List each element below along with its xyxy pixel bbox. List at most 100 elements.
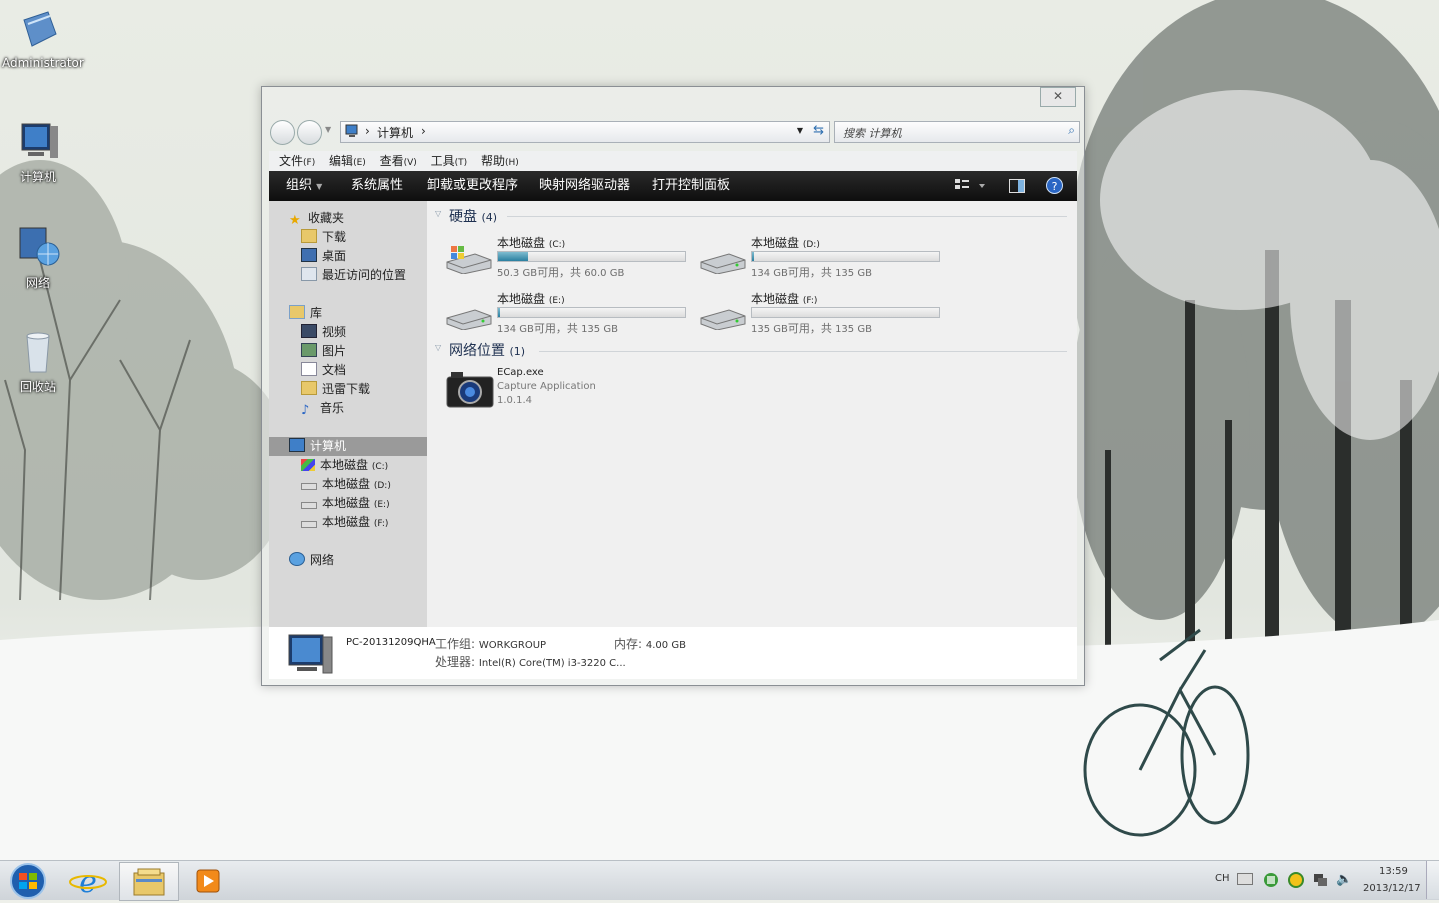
- sidebar-item-videos[interactable]: 视频: [301, 323, 346, 342]
- pc-name: PC-20131209QHA: [346, 637, 436, 648]
- desktop-icon-network[interactable]: 网络: [2, 224, 74, 291]
- group-divider: [507, 216, 1067, 217]
- address-dropdown-icon[interactable]: ▼: [797, 126, 803, 135]
- sidebar-item-drive-d[interactable]: 本地磁盘 (D:): [301, 475, 391, 494]
- sidebar-item-downloads[interactable]: 下载: [301, 228, 346, 247]
- sidebar-item-pictures[interactable]: 图片: [301, 342, 346, 361]
- menu-tools[interactable]: 工具(T): [431, 151, 468, 173]
- breadcrumb-computer[interactable]: 计算机: [377, 124, 413, 141]
- drive-d[interactable]: 本地磁盘 (D:) 134 GB可用，共 135 GB: [699, 234, 949, 280]
- drive-usage-bar: [751, 307, 940, 318]
- sidebar-item-music[interactable]: ♪ 音乐: [301, 399, 344, 418]
- menu-edit[interactable]: 编辑(E): [329, 151, 366, 173]
- desktop-icon-label: 网络: [25, 276, 50, 290]
- video-icon: [301, 324, 317, 338]
- search-box[interactable]: 搜索 计算机 ⌕: [834, 121, 1080, 143]
- network-status-icon[interactable]: [1312, 872, 1328, 891]
- recent-pages-icon[interactable]: ▼: [325, 125, 331, 134]
- group-header-hard-drives[interactable]: 硬盘 (4): [449, 206, 497, 226]
- xunlei-folder-icon: [301, 381, 317, 395]
- sidebar-item-documents[interactable]: 文档: [301, 361, 346, 380]
- music-icon: ♪: [301, 403, 310, 418]
- camera-icon: [445, 369, 495, 412]
- sidebar-item-favorites[interactable]: ★ 收藏夹: [289, 209, 344, 228]
- drive-size-text: 135 GB可用，共 135 GB: [751, 322, 872, 335]
- drive-f[interactable]: 本地磁盘 (F:) 135 GB可用，共 135 GB: [699, 290, 949, 336]
- address-bar[interactable]: › 计算机 › ▼ ⇆: [340, 121, 830, 143]
- hard-drive-icon: [301, 521, 317, 528]
- desktop-icon-computer[interactable]: 计算机: [2, 118, 74, 185]
- uninstall-program-button[interactable]: 卸载或更改程序: [427, 171, 518, 201]
- sidebar-item-recent-places[interactable]: 最近访问的位置: [301, 266, 406, 285]
- sidebar-item-computer[interactable]: 计算机: [289, 437, 346, 456]
- network-item-ecap[interactable]: ECap.exe Capture Application 1.0.1.4: [445, 367, 645, 411]
- sidebar-item-drive-e[interactable]: 本地磁盘 (E:): [301, 494, 390, 513]
- sidebar-item-network[interactable]: 网络: [289, 551, 334, 570]
- sidebar-item-desktop[interactable]: 桌面: [301, 247, 346, 266]
- clock-time[interactable]: 13:59: [1379, 866, 1408, 877]
- navigation-bar: ▼ › 计算机 › ▼ ⇆ 搜索 计算机 ⌕: [270, 119, 1080, 145]
- keyboard-icon[interactable]: [1237, 873, 1253, 888]
- search-input[interactable]: 搜索 计算机: [843, 125, 902, 141]
- collapse-network-icon[interactable]: ▽: [435, 343, 441, 352]
- drive-name: 本地磁盘 (F:): [751, 292, 818, 306]
- drive-e[interactable]: 本地磁盘 (E:) 134 GB可用，共 135 GB: [445, 290, 695, 336]
- volume-icon[interactable]: 🔈: [1336, 872, 1352, 887]
- sidebar-item-libraries[interactable]: 库: [289, 304, 322, 323]
- breadcrumb-separator[interactable]: ›: [421, 124, 426, 138]
- memory-row: 内存: 4.00 GB: [614, 637, 686, 651]
- desktop-icon-recycle-bin[interactable]: 回收站: [2, 328, 74, 395]
- search-icon[interactable]: ⌕: [1068, 123, 1075, 138]
- menu-view[interactable]: 查看(V): [380, 151, 417, 173]
- computer-icon: [14, 118, 62, 166]
- back-button[interactable]: [270, 120, 295, 145]
- forward-button[interactable]: [297, 120, 322, 145]
- update-icon[interactable]: [1288, 872, 1304, 891]
- desktop-icon-administrator[interactable]: Administrator: [2, 6, 84, 70]
- desktop-icon: [301, 248, 317, 262]
- taskbar-explorer[interactable]: [119, 862, 179, 901]
- processor-row: 处理器: Intel(R) Core(TM) i3-3220 C...: [435, 655, 626, 669]
- start-button[interactable]: [0, 862, 56, 899]
- taskbar-media-player[interactable]: [181, 862, 237, 899]
- desktop-icon-label: 计算机: [19, 170, 56, 184]
- workgroup-row: 工作组: WORKGROUP: [435, 637, 547, 651]
- content-pane: ▽ 硬盘 (4) 本地磁盘 (C:) 50.3 GB可用，共 60.0 GB 本…: [427, 201, 1077, 627]
- breadcrumb-separator[interactable]: ›: [365, 124, 370, 138]
- clock-date[interactable]: 2013/12/17: [1363, 883, 1421, 894]
- group-header-network-locations[interactable]: 网络位置 (1): [449, 340, 525, 360]
- recent-places-icon: [301, 267, 317, 281]
- sidebar-item-drive-c[interactable]: 本地磁盘 (C:): [301, 456, 388, 475]
- menu-help[interactable]: 帮助(H): [481, 151, 519, 173]
- system-properties-button[interactable]: 系统属性: [351, 171, 403, 201]
- map-network-drive-button[interactable]: 映射网络驱动器: [539, 171, 630, 201]
- organize-dropdown-icon: ▼: [316, 182, 323, 191]
- folder-icon: [133, 868, 165, 896]
- close-button[interactable]: ✕: [1040, 87, 1076, 107]
- drive-c[interactable]: 本地磁盘 (C:) 50.3 GB可用，共 60.0 GB: [445, 234, 695, 280]
- downloads-folder-icon: [301, 229, 317, 243]
- drive-name: 本地磁盘 (C:): [497, 236, 566, 250]
- menu-file[interactable]: 文件(F): [279, 151, 315, 173]
- help-icon[interactable]: ?: [1046, 177, 1063, 197]
- preview-pane-icon[interactable]: [1009, 179, 1025, 196]
- sidebar-item-drive-f[interactable]: 本地磁盘 (F:): [301, 513, 388, 532]
- organize-button[interactable]: 组织 ▼: [286, 171, 322, 202]
- input-language-indicator[interactable]: CH: [1215, 873, 1230, 884]
- security-shield-icon[interactable]: [1263, 872, 1279, 891]
- internet-explorer-icon: e: [69, 865, 107, 900]
- computer-small-icon: [345, 124, 361, 141]
- taskbar-internet-explorer[interactable]: e: [60, 862, 116, 900]
- svg-text:?: ?: [1052, 180, 1058, 193]
- media-player-icon: [196, 869, 220, 893]
- group-divider: [539, 351, 1067, 352]
- open-control-panel-button[interactable]: 打开控制面板: [652, 171, 730, 201]
- recycle-bin-icon: [14, 328, 62, 376]
- collapse-hdd-icon[interactable]: ▽: [435, 209, 441, 218]
- refresh-icon[interactable]: ⇆: [813, 123, 824, 138]
- sidebar-item-xunlei[interactable]: 迅雷下载: [301, 380, 370, 399]
- view-options-icon[interactable]: [955, 179, 985, 196]
- hard-drive-icon: [699, 244, 747, 277]
- drive-usage-bar: [751, 251, 940, 262]
- show-desktop-button[interactable]: [1426, 861, 1439, 899]
